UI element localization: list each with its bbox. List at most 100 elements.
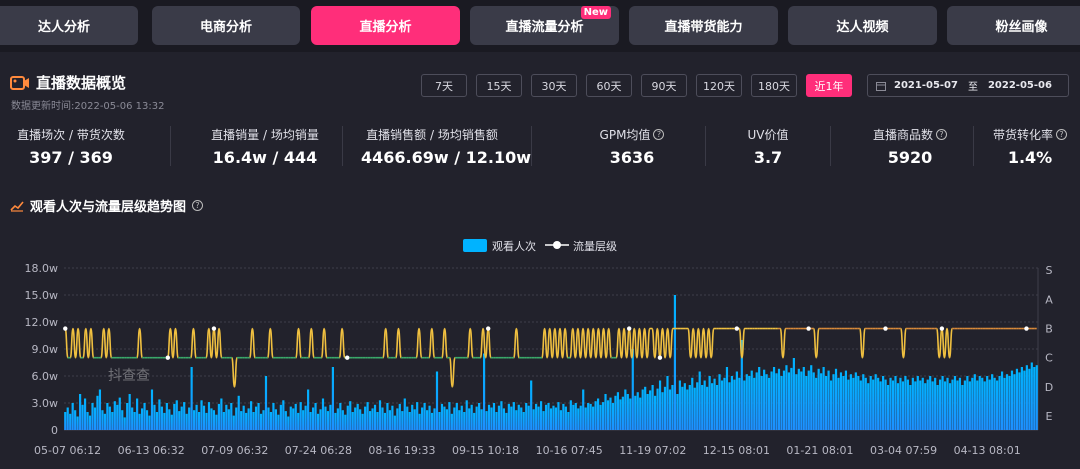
bar bbox=[919, 380, 922, 430]
help-icon[interactable]: ? bbox=[192, 200, 204, 211]
bar bbox=[83, 398, 87, 430]
bar bbox=[842, 376, 845, 430]
bar bbox=[802, 367, 805, 430]
bar bbox=[1033, 367, 1036, 430]
level-line-segment bbox=[941, 327, 946, 359]
period-7d[interactable]: 7天 bbox=[421, 74, 467, 97]
level-line-segment bbox=[561, 327, 566, 359]
bar bbox=[215, 414, 218, 430]
bar bbox=[859, 380, 862, 430]
level-line-segment bbox=[418, 327, 423, 359]
level-line-segment bbox=[859, 327, 864, 359]
bar bbox=[324, 406, 327, 430]
level-line-segment bbox=[571, 327, 577, 359]
level-line-segment bbox=[513, 327, 518, 359]
level-line-segment bbox=[90, 327, 95, 359]
x-tick-label: 11-19 07:02 bbox=[619, 444, 686, 457]
bar bbox=[106, 403, 109, 430]
level-line-segment bbox=[249, 327, 254, 359]
tab-talent-videos[interactable]: 达人视频 bbox=[788, 6, 937, 45]
level-line-segment bbox=[64, 327, 69, 359]
bar bbox=[686, 389, 689, 430]
bar bbox=[711, 383, 714, 430]
help-icon[interactable]: ? bbox=[653, 129, 665, 140]
help-icon[interactable]: ? bbox=[1056, 129, 1067, 140]
trend-chart-icon bbox=[10, 200, 24, 212]
stat-value: 397 / 369 bbox=[29, 148, 113, 167]
level-line-segment bbox=[700, 327, 705, 359]
bar bbox=[364, 406, 367, 430]
bar bbox=[703, 380, 706, 430]
level-line-segment bbox=[579, 327, 584, 359]
tab-talent-analysis[interactable]: 达人分析 bbox=[0, 6, 138, 45]
bar bbox=[542, 411, 545, 430]
bar bbox=[269, 412, 273, 430]
period-15d[interactable]: 15天 bbox=[476, 74, 522, 97]
level-line-segment bbox=[266, 327, 272, 359]
bar bbox=[758, 367, 761, 430]
date-range-picker[interactable]: 2021-05-07 至 2022-05-06 bbox=[867, 74, 1069, 97]
bar bbox=[988, 379, 991, 430]
stat-conversion-rate: 带货转化率? 1.4% bbox=[989, 126, 1071, 167]
tab-live-analysis[interactable]: 直播分析 bbox=[311, 6, 460, 45]
level-line-segment bbox=[620, 327, 625, 359]
level-line-segment bbox=[661, 327, 666, 359]
bar bbox=[554, 407, 558, 430]
level-line-segment bbox=[646, 327, 651, 359]
tab-ecommerce-analysis[interactable]: 电商分析 bbox=[152, 6, 300, 45]
help-icon[interactable]: ? bbox=[936, 129, 947, 140]
bar bbox=[782, 370, 786, 430]
bar bbox=[497, 405, 501, 430]
bar bbox=[445, 409, 448, 430]
bar bbox=[113, 401, 116, 430]
bar bbox=[396, 408, 399, 430]
tab-fan-portrait[interactable]: 粉丝画像 bbox=[947, 6, 1080, 45]
level-line-segment bbox=[597, 327, 602, 359]
level-line-segment bbox=[559, 327, 564, 359]
bar bbox=[101, 410, 104, 430]
tab-live-selling-ability[interactable]: 直播带货能力 bbox=[629, 6, 778, 45]
chart-title: 观看人次与流量层级趋势图 ? bbox=[10, 196, 204, 215]
period-30d[interactable]: 30天 bbox=[531, 74, 577, 97]
level-line-segment bbox=[448, 356, 454, 388]
bar bbox=[175, 400, 178, 430]
y-right-tick-label: E bbox=[1046, 410, 1053, 423]
bar bbox=[1015, 368, 1019, 430]
stat-label-text: GPM均值 bbox=[599, 128, 651, 142]
bar bbox=[681, 386, 684, 430]
period-90d[interactable]: 90天 bbox=[641, 74, 687, 97]
level-line-segment bbox=[636, 327, 641, 359]
period-1y[interactable]: 近1年 bbox=[806, 74, 852, 97]
level-line-segment bbox=[295, 327, 300, 359]
bar bbox=[136, 398, 139, 430]
bar bbox=[978, 376, 981, 430]
level-line-segment bbox=[556, 327, 561, 359]
bar bbox=[131, 407, 134, 430]
bar bbox=[718, 374, 721, 430]
bar bbox=[178, 411, 181, 430]
bar bbox=[490, 407, 493, 430]
tab-live-traffic-analysis[interactable]: 直播流量分析 New bbox=[470, 6, 619, 45]
level-line-segment bbox=[338, 327, 343, 359]
bar bbox=[485, 411, 488, 430]
bar bbox=[193, 410, 196, 430]
bar bbox=[388, 410, 391, 430]
trend-chart[interactable]: 03.0w6.0w9.0w12.0w15.0w18.0w EDCBAS 抖查查 … bbox=[0, 230, 1080, 469]
period-120d[interactable]: 120天 bbox=[696, 74, 742, 97]
period-180d[interactable]: 180天 bbox=[751, 74, 797, 97]
bar bbox=[614, 395, 617, 430]
level-line-segment bbox=[69, 327, 74, 359]
bar bbox=[321, 398, 325, 430]
level-line-segment bbox=[643, 327, 648, 359]
bar bbox=[463, 412, 466, 430]
bar bbox=[991, 374, 994, 430]
bar bbox=[272, 403, 275, 430]
stat-value: 1.4% bbox=[1007, 148, 1053, 167]
level-line-segment bbox=[861, 327, 866, 359]
bar bbox=[264, 376, 268, 430]
bar bbox=[143, 403, 146, 430]
bar bbox=[210, 408, 213, 430]
level-line-segment bbox=[666, 327, 671, 359]
bar bbox=[998, 376, 1001, 430]
period-60d[interactable]: 60天 bbox=[586, 74, 632, 97]
